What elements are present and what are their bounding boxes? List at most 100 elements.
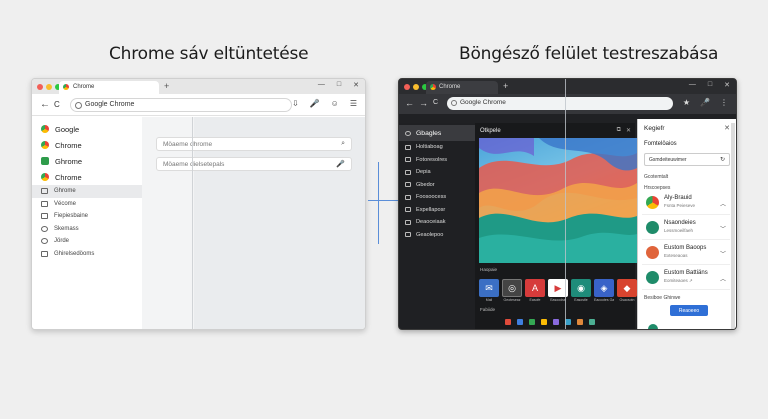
sidebar-item-label: Jörde xyxy=(54,238,70,245)
field-value: Gsmdeiteuwimer xyxy=(649,157,687,163)
maximize-button[interactable]: □ xyxy=(708,81,712,89)
back-button[interactable]: ← xyxy=(40,99,50,110)
taskbar-app-icon[interactable] xyxy=(541,319,547,325)
scrollbar[interactable] xyxy=(731,123,735,329)
sidebar-item[interactable]: Geaolepoo xyxy=(399,229,475,242)
close-dot-icon[interactable] xyxy=(404,84,410,90)
close-button[interactable]: ✕ xyxy=(353,81,359,89)
new-tab-button[interactable]: + xyxy=(503,81,508,91)
browser-tab[interactable]: Chrome xyxy=(426,81,498,94)
google-icon xyxy=(75,102,82,109)
shortcut-tile[interactable]: ◈Eacootes Gameeuse xyxy=(594,279,614,302)
search-input[interactable]: Möaeme dhrome ⌕ xyxy=(156,137,352,151)
caption: Gcotemtalt xyxy=(644,174,669,180)
shortcut-tile[interactable]: ◎ Geoteseaz xyxy=(502,279,522,302)
chevron-up-icon[interactable]: ︿ xyxy=(720,199,726,208)
taskbar-app-icon[interactable] xyxy=(505,319,511,325)
popout-icon[interactable]: ⧉ xyxy=(617,127,621,134)
window-controls: — □ ✕ xyxy=(689,81,730,89)
refresh-icon[interactable]: ↻ xyxy=(720,156,725,163)
address-bar[interactable]: Google Chrome xyxy=(70,98,292,112)
sidebar-item[interactable]: Ghirelsedöoms xyxy=(32,248,142,261)
page-icon xyxy=(41,200,48,207)
split-divider[interactable] xyxy=(192,117,193,329)
close-icon[interactable]: ✕ xyxy=(724,124,730,132)
close-button[interactable]: ✕ xyxy=(724,81,730,89)
new-tab-button[interactable]: + xyxy=(164,81,169,91)
tile-label: Easofe xyxy=(529,298,541,302)
chevron-down-icon[interactable]: ﹀ xyxy=(720,249,726,258)
taskbar xyxy=(505,319,595,325)
sidebar-item[interactable]: Skemass xyxy=(32,223,142,236)
apply-button[interactable]: Reaoeeo xyxy=(670,305,708,316)
shortcut-tile[interactable]: ✉ Mail xyxy=(479,279,499,302)
extension-item[interactable]: Eustom Battiäns Eomiteaoes ↗ ︿ xyxy=(642,266,730,290)
minimize-dot-icon[interactable] xyxy=(413,84,419,90)
maximize-button[interactable]: □ xyxy=(337,81,341,89)
taskbar-app-icon[interactable] xyxy=(553,319,559,325)
traffic-lights xyxy=(404,84,428,90)
search-icon[interactable]: ⌕ xyxy=(341,140,345,148)
green-icon xyxy=(41,157,49,165)
sidebar-item[interactable]: Jörde xyxy=(32,235,142,248)
reload-button[interactable]: C xyxy=(433,99,438,106)
theme-field[interactable]: Gsmdeiteuwimer ↻ xyxy=(644,153,730,166)
shortcut-tile[interactable]: ◆ Gsaosotn xyxy=(617,279,637,302)
address-bar[interactable]: Google Chrome xyxy=(447,97,673,110)
close-icon[interactable]: ✕ xyxy=(626,127,631,134)
customize-panel: Kegiefr ✕ Fomtelöaios Gsmdeiteuwimer ↻ G… xyxy=(637,119,736,329)
extension-item[interactable]: Eustom Baoops Exteseaoas ﹀ xyxy=(642,241,730,265)
bookmark-star-icon[interactable]: ★ xyxy=(683,98,690,107)
menu-icon[interactable]: ☰ xyxy=(350,99,357,108)
sidebar-item[interactable]: Chrome xyxy=(32,169,142,185)
sidebar-item-label: Skemass xyxy=(54,225,79,232)
sidebar-item[interactable]: Holtiaboag xyxy=(399,141,475,154)
chevron-down-icon[interactable]: ﹀ xyxy=(720,224,726,233)
text-input[interactable]: Möaeme dielsetepals 🎤 xyxy=(156,157,352,171)
sidebar-item[interactable]: Fiepiesbaine xyxy=(32,210,142,223)
taskbar-app-icon[interactable] xyxy=(577,319,583,325)
traffic-lights xyxy=(37,84,61,90)
input-value: Möaeme dielsetepals xyxy=(163,161,225,168)
extension-item[interactable]: Aly-Brauid Fsnta Peieseve ︿ xyxy=(642,191,730,215)
mic-icon[interactable]: 🎤 xyxy=(336,160,345,168)
chevron-up-icon[interactable]: ︿ xyxy=(720,274,726,283)
back-button[interactable]: ← xyxy=(405,98,414,108)
shortcut-tile[interactable]: A Easofe xyxy=(525,279,545,302)
sidebar-item[interactable]: Gbagles xyxy=(399,125,475,141)
sidebar-item[interactable]: Ghrome xyxy=(32,185,142,198)
browser-tab[interactable]: Chrome xyxy=(59,81,159,94)
sidebar-item-label: Ghrome xyxy=(54,188,76,195)
menu-icon[interactable]: ⋮ xyxy=(720,98,728,107)
sidebar-item[interactable]: Ghrome xyxy=(32,153,142,169)
mic-icon[interactable]: 🎤 xyxy=(310,99,320,108)
mic-icon[interactable]: 🎤 xyxy=(700,98,710,107)
extension-item[interactable]: Nsaondeies Lessmoeilfaeh ﹀ xyxy=(642,216,730,240)
sidebar-item[interactable]: Vécome xyxy=(32,198,142,211)
close-dot-icon[interactable] xyxy=(37,84,43,90)
minimize-button[interactable]: — xyxy=(318,81,325,89)
sidebar-item[interactable]: Gbedor xyxy=(399,179,475,192)
download-icon[interactable]: ⇩ xyxy=(292,99,299,108)
taskbar-app-icon[interactable] xyxy=(589,319,595,325)
sidebar-item[interactable]: Google xyxy=(32,121,142,137)
taskbar-app-icon[interactable] xyxy=(517,319,523,325)
shortcut-tile[interactable]: ◉ Easostle xyxy=(571,279,591,302)
sidebar-item[interactable]: Depia xyxy=(399,166,475,179)
minimize-dot-icon[interactable] xyxy=(46,84,52,90)
sidebar-item[interactable]: Foosoocess xyxy=(399,191,475,204)
reload-button[interactable]: C xyxy=(54,100,60,109)
sidebar-item[interactable]: Deaoceiaak xyxy=(399,216,475,229)
sidebar-item[interactable]: Expellaposr xyxy=(399,204,475,217)
extension-sub: Eomiteaoes ↗ xyxy=(664,278,693,283)
taskbar-app-icon[interactable] xyxy=(529,319,535,325)
sidebar-item[interactable]: Chrome xyxy=(32,137,142,153)
forward-button[interactable]: → xyxy=(419,98,428,108)
extension-name: Eustom Baoops xyxy=(664,245,707,251)
sidebar-item-label: Geaolepoo xyxy=(416,231,444,238)
split-divider[interactable] xyxy=(565,79,566,329)
minimize-button[interactable]: — xyxy=(689,81,696,89)
profile-icon[interactable]: ☺ xyxy=(331,99,339,108)
chrome-icon xyxy=(430,84,436,90)
sidebar-item[interactable]: Fotoresolres xyxy=(399,154,475,167)
